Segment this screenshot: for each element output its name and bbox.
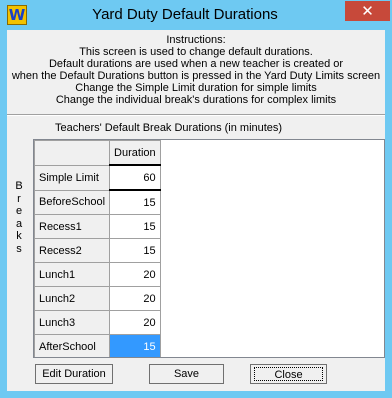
instruction-line: This screen is used to change default du…	[79, 46, 313, 58]
save-button[interactable]: Save	[149, 364, 224, 384]
table-row: BeforeSchool 15	[34, 189, 161, 215]
grid-title: Teachers' Default Break Durations (in mi…	[55, 122, 283, 134]
instruction-line: Change the individual break's durations …	[55, 94, 337, 106]
breaks-letter: e	[15, 205, 23, 218]
grid-corner	[34, 140, 111, 166]
breaks-letter: k	[16, 230, 22, 243]
dialog-body: Instructions: This screen is used to cha…	[7, 30, 385, 391]
instruction-line: when the Default Durations button is pre…	[11, 70, 381, 82]
duration-cell[interactable]: 15	[109, 214, 161, 239]
instruction-line: Change the Simple Limit duration for sim…	[75, 82, 317, 94]
duration-cell-selected[interactable]: 15	[109, 334, 161, 357]
column-header-duration[interactable]: Duration	[109, 140, 161, 166]
yard-duty-default-durations-window: W Yard Duty Default Durations ✕ Instruct…	[0, 0, 392, 398]
row-label[interactable]: Recess2	[34, 238, 111, 263]
duration-cell[interactable]: 20	[109, 310, 161, 335]
breaks-letter: a	[15, 217, 23, 230]
duration-cell[interactable]: 20	[109, 262, 161, 287]
table-row: Simple Limit 60	[34, 164, 161, 191]
breaks-letter: s	[16, 242, 22, 255]
table-row: Lunch3 20	[34, 310, 161, 335]
divider	[7, 114, 385, 116]
duration-cell[interactable]: 60	[109, 164, 161, 191]
window-title: Yard Duty Default Durations	[92, 6, 278, 23]
close-button-label: Close	[254, 367, 323, 381]
table-row: Recess2 15	[34, 238, 161, 263]
row-label[interactable]: AfterSchool	[34, 334, 111, 357]
row-label[interactable]: Lunch2	[34, 286, 111, 311]
duration-cell[interactable]: 15	[109, 238, 161, 263]
instruction-line: Default durations are used when a new te…	[48, 58, 344, 70]
edit-duration-button[interactable]: Edit Duration	[35, 364, 113, 384]
durations-table: Duration Simple Limit 60 BeforeSchool 15…	[34, 140, 161, 357]
window-close-button[interactable]: ✕	[345, 1, 390, 21]
instructions-panel: Instructions: This screen is used to cha…	[7, 34, 385, 106]
row-label[interactable]: Recess1	[34, 214, 111, 239]
breaks-letter: B	[15, 180, 23, 192]
breaks-letter: r	[17, 192, 21, 205]
table-row: Lunch2 20	[34, 286, 161, 311]
duration-cell[interactable]: 15	[109, 189, 161, 215]
row-label[interactable]: Lunch1	[34, 262, 111, 287]
breaks-side-label: B r e a k s	[14, 180, 24, 256]
app-icon[interactable]: W	[7, 5, 27, 25]
table-row: Lunch1 20	[34, 262, 161, 287]
table-row: AfterSchool 15	[34, 334, 161, 357]
instructions-heading: Instructions:	[166, 34, 226, 46]
duration-cell[interactable]: 20	[109, 286, 161, 311]
close-icon: ✕	[361, 2, 374, 20]
close-button[interactable]: Close	[250, 364, 327, 384]
header-row: Duration	[34, 140, 161, 166]
row-label[interactable]: Lunch3	[34, 310, 111, 335]
table-row: Recess1 15	[34, 214, 161, 239]
durations-grid[interactable]: Duration Simple Limit 60 BeforeSchool 15…	[33, 139, 385, 358]
row-label[interactable]: BeforeSchool	[34, 189, 111, 215]
row-label[interactable]: Simple Limit	[34, 164, 111, 191]
title-bar[interactable]: W Yard Duty Default Durations ✕	[0, 0, 392, 30]
